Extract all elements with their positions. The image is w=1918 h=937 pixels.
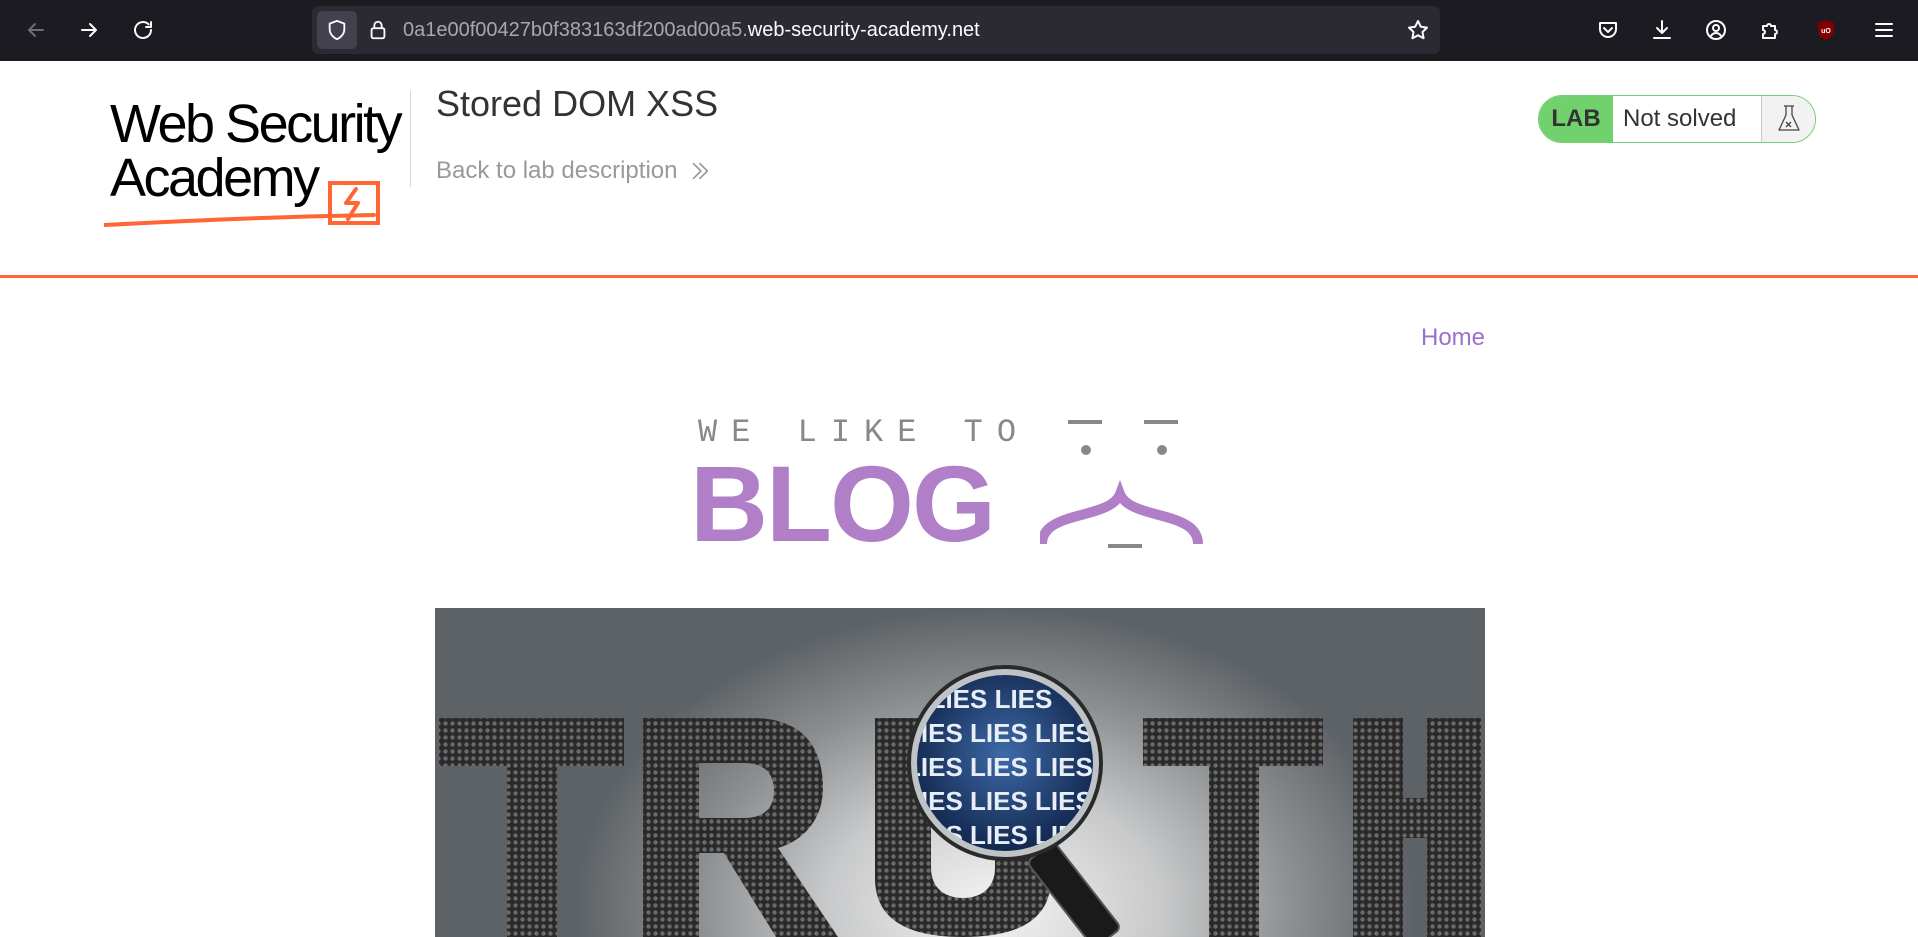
arrow-left-icon [28, 23, 44, 37]
blog-title: BLOG [690, 443, 996, 564]
home-nav-link[interactable]: Home [1421, 324, 1485, 352]
blog-face-icon [1040, 420, 1203, 548]
download-icon [1653, 20, 1671, 39]
logo-bolt-icon [104, 181, 380, 227]
back-link-label: Back to lab description [436, 157, 678, 184]
forward-button[interactable] [71, 12, 107, 48]
pocket-button[interactable] [1591, 13, 1625, 47]
ublock-button[interactable]: uO [1809, 13, 1843, 47]
url-text[interactable]: 0a1e00f00427b0f383163df200ad00a5.web-sec… [403, 6, 980, 54]
site-security-button[interactable] [364, 16, 392, 44]
lab-title: Stored DOM XSS [436, 83, 719, 124]
truth-lies-illustration: S LIES LIES LIES LIES LIES LI LIES LIES … [439, 665, 1481, 937]
svg-text:LIES LIES LIES LI: LIES LIES LIES LI [905, 752, 1123, 782]
bookmark-button[interactable] [1404, 16, 1432, 44]
blog-header-logo: WE LIKE TO BLOG [690, 410, 1230, 560]
lock-icon [370, 20, 386, 40]
flask-icon [1777, 105, 1800, 131]
puzzle-icon [1762, 23, 1778, 39]
web-security-academy-logo[interactable]: Web Security Academy [104, 91, 414, 231]
url-bar[interactable]: 0a1e00f00427b0f383163df200ad00a5.web-sec… [312, 6, 1440, 54]
reload-button[interactable] [125, 12, 161, 48]
lab-status-widget: LAB Not solved [1538, 95, 1816, 143]
shield-icon [328, 19, 346, 41]
header-divider [410, 91, 411, 187]
url-subdomain: 0a1e00f00427b0f383163df200ad00a5. [403, 19, 748, 41]
menu-button[interactable] [1867, 13, 1901, 47]
svg-text:uO: uO [1821, 28, 1831, 35]
academy-header: Web Security Academy Stored DOM XSS Back… [0, 61, 1918, 278]
star-icon [1408, 20, 1428, 40]
arrow-right-icon [81, 23, 97, 37]
tracking-protection-button[interactable] [317, 11, 357, 49]
double-chevron-right-icon [693, 162, 709, 180]
back-to-lab-description-link[interactable]: Back to lab description [436, 157, 711, 185]
account-icon [1706, 20, 1726, 40]
reload-icon [134, 21, 152, 39]
browser-toolbar: 0a1e00f00427b0f383163df200ad00a5.web-sec… [0, 0, 1918, 61]
downloads-button[interactable] [1645, 13, 1679, 47]
url-domain: web-security-academy.net [747, 19, 980, 41]
lab-badge: LAB [1539, 96, 1613, 142]
ublock-origin-icon: uO [1818, 20, 1834, 40]
hamburger-menu-icon [1875, 23, 1893, 37]
lab-status-text: Not solved [1623, 105, 1737, 132]
account-button[interactable] [1699, 13, 1733, 47]
post-hero-image: S LIES LIES LIES LIES LIES LI LIES LIES … [435, 608, 1485, 937]
back-button[interactable] [18, 12, 54, 48]
pocket-icon [1599, 22, 1617, 38]
extensions-button[interactable] [1753, 13, 1787, 47]
lab-flask-button[interactable] [1761, 96, 1815, 142]
